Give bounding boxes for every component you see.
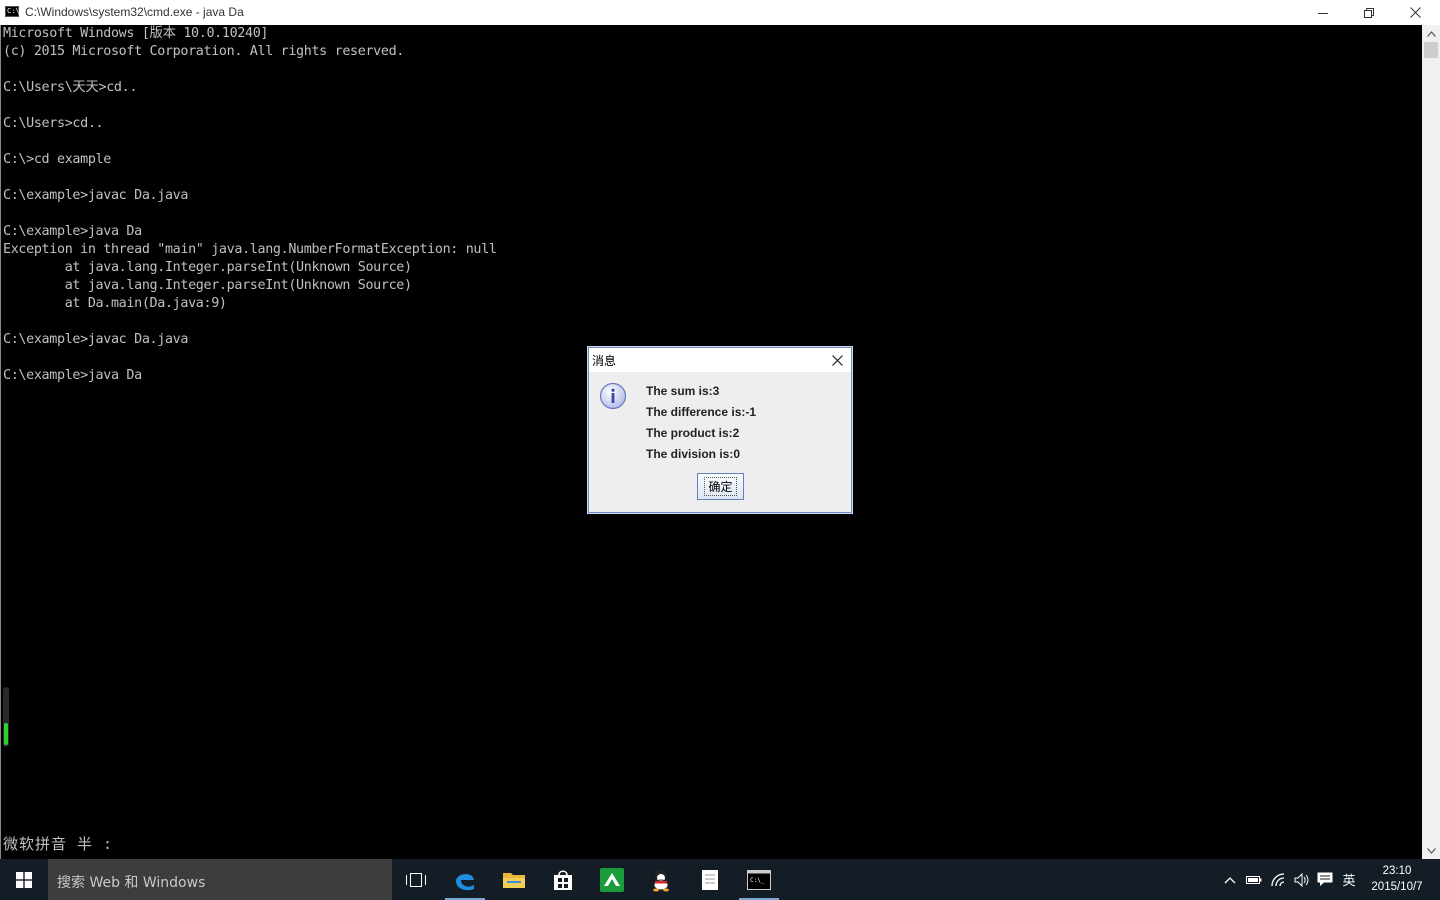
task-view-button[interactable]	[392, 859, 440, 900]
taskbar-edge-button[interactable]	[441, 859, 489, 900]
taskbar-explorer-button[interactable]	[490, 859, 538, 900]
dialog-close-button[interactable]	[827, 350, 847, 370]
taskbar-notepad-button[interactable]	[686, 859, 734, 900]
ime-status-bar: 微软拼音 半 :	[3, 835, 114, 853]
taskbar-qq-button[interactable]	[637, 859, 685, 900]
cmd-icon: C:\_	[747, 869, 771, 890]
svg-text:C:\_: C:\_	[750, 877, 765, 884]
chevron-up-icon	[1224, 876, 1236, 883]
taskbar: 搜索 Web 和 Windows C:\_ 英 23:10 2015/10/7	[0, 859, 1440, 900]
wifi-icon	[1271, 872, 1285, 886]
message-dialog: 消息 The sum is:3 The difference is:-1 The…	[588, 347, 852, 513]
store-icon	[554, 869, 572, 890]
restore-button[interactable]	[1346, 0, 1392, 25]
console-line: C:\>cd example	[3, 152, 111, 167]
ime-language-indicator[interactable]: 英	[1338, 859, 1360, 900]
ok-button[interactable]: 确定	[697, 473, 744, 500]
speaker-icon	[1294, 872, 1309, 887]
task-view-icon	[406, 872, 426, 887]
notification-icon	[1317, 872, 1333, 886]
console-line: at java.lang.Integer.parseInt(Unknown So…	[3, 278, 412, 293]
dialog-titlebar[interactable]: 消息	[589, 348, 851, 372]
windows-logo-icon	[16, 871, 32, 888]
taskbar-store-button[interactable]	[539, 859, 587, 900]
file-explorer-icon	[503, 872, 525, 888]
qq-icon	[653, 868, 669, 891]
volume-button[interactable]	[1292, 859, 1312, 900]
start-button[interactable]	[0, 859, 48, 900]
green-app-icon	[600, 867, 624, 892]
dialog-message-line: The product is:2	[646, 426, 740, 440]
taskbar-clock[interactable]: 23:10 2015/10/7	[1362, 863, 1432, 895]
clock-time: 23:10	[1382, 865, 1412, 877]
action-center-button[interactable]	[1315, 859, 1335, 900]
console-line: C:\Users\天天>cd..	[3, 80, 138, 95]
scroll-up-icon	[1426, 30, 1436, 37]
console-line: C:\Users>cd..	[3, 116, 104, 131]
scroll-down-button[interactable]	[1422, 842, 1440, 859]
battery-button[interactable]	[1244, 859, 1264, 900]
activity-indicator	[3, 687, 9, 747]
notepad-icon	[702, 869, 718, 890]
console-line: C:\example>javac Da.java	[3, 332, 189, 347]
minimize-button[interactable]	[1300, 0, 1346, 25]
taskbar-green-app-button[interactable]	[588, 859, 636, 900]
scroll-thumb[interactable]	[1424, 42, 1438, 58]
app-icon-text: C:\	[7, 7, 20, 15]
scroll-up-button[interactable]	[1422, 25, 1440, 42]
close-icon	[831, 354, 843, 366]
dialog-message-line: The sum is:3	[646, 384, 720, 398]
window-titlebar[interactable]: C:\ C:\Windows\system32\cmd.exe - java D…	[0, 0, 1440, 26]
console-line: at java.lang.Integer.parseInt(Unknown So…	[3, 260, 412, 275]
network-button[interactable]	[1268, 859, 1290, 900]
search-placeholder: 搜索 Web 和 Windows	[57, 875, 206, 891]
minimize-icon	[1318, 12, 1328, 14]
edge-icon	[456, 873, 474, 890]
console-line: C:\example>java Da	[3, 224, 142, 239]
close-icon	[1409, 7, 1421, 18]
console-output: Microsoft Windows [版本 10.0.10240] (c) 201…	[3, 25, 497, 385]
console-line: Exception in thread "main" java.lang.Num…	[3, 242, 497, 257]
scroll-down-icon	[1426, 847, 1436, 854]
info-icon	[599, 382, 627, 410]
console-line: Microsoft Windows [版本 10.0.10240]	[3, 26, 269, 41]
show-hidden-icons-button[interactable]	[1220, 859, 1240, 900]
restore-icon	[1364, 7, 1374, 18]
dialog-title: 消息	[592, 354, 617, 368]
console-line: at Da.main(Da.java:9)	[3, 296, 227, 311]
console-line: (c) 2015 Microsoft Corporation. All righ…	[3, 44, 405, 59]
battery-icon	[1246, 875, 1262, 884]
console-line: C:\example>java Da	[3, 368, 142, 383]
dialog-message-line: The division is:0	[646, 447, 741, 461]
taskbar-cmd-button[interactable]: C:\_	[735, 859, 783, 900]
taskbar-search-box[interactable]: 搜索 Web 和 Windows	[48, 859, 392, 900]
ok-button-label: 确定	[704, 477, 737, 496]
dialog-message-line: The difference is:-1	[646, 405, 757, 419]
console-line: C:\example>javac Da.java	[3, 188, 189, 203]
vertical-scrollbar[interactable]	[1422, 25, 1440, 859]
cmd-app-icon[interactable]: C:\	[5, 6, 20, 17]
clock-date: 2015/10/7	[1371, 881, 1423, 893]
window-title: C:\Windows\system32\cmd.exe - java Da	[25, 5, 244, 19]
close-button[interactable]	[1392, 0, 1438, 25]
